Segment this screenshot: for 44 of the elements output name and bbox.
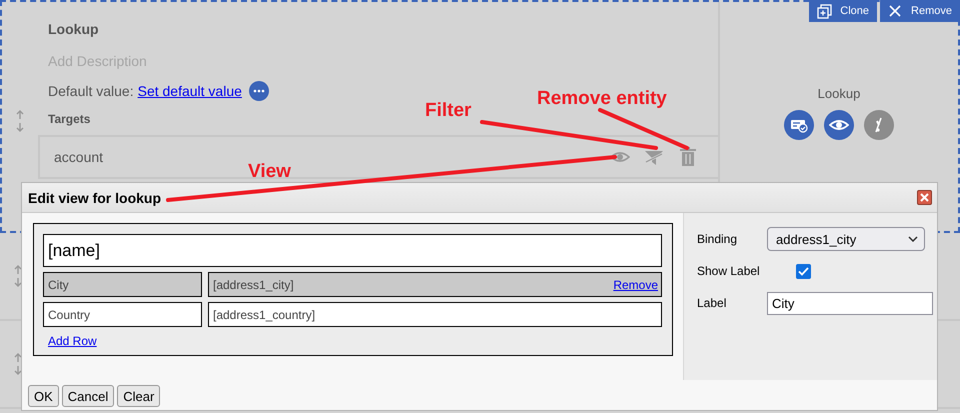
annotation-label: Remove entity bbox=[537, 88, 667, 110]
set-default-link[interactable]: Set default value bbox=[138, 83, 242, 99]
close-icon bbox=[888, 4, 904, 18]
label-field[interactable]: City bbox=[767, 292, 933, 314]
target-name: account bbox=[54, 149, 104, 165]
annotation-label: View bbox=[248, 161, 291, 183]
move-arrows-icon[interactable] bbox=[13, 265, 23, 287]
dialog-button[interactable]: OK bbox=[28, 385, 59, 407]
preview-action-button[interactable] bbox=[784, 110, 814, 140]
ellipsis-icon bbox=[252, 89, 265, 93]
chevron-down-icon bbox=[908, 236, 918, 242]
preview-action-button[interactable] bbox=[864, 110, 894, 140]
remove-link[interactable]: Remove bbox=[613, 278, 658, 292]
close-icon bbox=[920, 193, 929, 202]
row-label-cell[interactable]: City bbox=[43, 272, 202, 297]
add-row-link[interactable]: Add Row bbox=[48, 334, 97, 348]
preview-label: Lookup bbox=[818, 86, 860, 101]
field-title: Lookup bbox=[48, 21, 100, 37]
dialog-button[interactable]: Clear bbox=[117, 385, 160, 407]
property-label: Binding bbox=[697, 232, 738, 246]
dialog-title: Edit view for lookup bbox=[28, 190, 162, 206]
binding-text[interactable]: [address1_country] bbox=[213, 308, 658, 322]
default-value-label: Default value: bbox=[48, 83, 134, 99]
show-label-checkbox[interactable] bbox=[796, 264, 811, 278]
annotation-label: Filter bbox=[425, 100, 472, 122]
binding-text[interactable]: [address1_city] bbox=[213, 278, 614, 292]
row-label-cell[interactable]: Country bbox=[43, 302, 202, 327]
toolbar-button[interactable]: Clone bbox=[809, 0, 878, 22]
move-arrows-icon[interactable] bbox=[13, 353, 23, 375]
header-field[interactable]: [name] bbox=[43, 234, 662, 267]
close-button[interactable] bbox=[917, 190, 932, 205]
dialog-button[interactable]: Cancel bbox=[62, 385, 114, 407]
checkmark-icon bbox=[798, 266, 809, 276]
more-button[interactable] bbox=[248, 81, 269, 101]
clone-icon bbox=[817, 4, 832, 18]
property-label: Label bbox=[697, 296, 728, 310]
binding-dropdown[interactable]: address1_city bbox=[767, 227, 925, 251]
preview-action-button[interactable] bbox=[824, 110, 854, 140]
targets-heading: Targets bbox=[48, 112, 92, 126]
trash-icon[interactable] bbox=[678, 147, 698, 167]
toolbar-button[interactable]: Remove bbox=[880, 0, 960, 22]
dropdown-value: address1_city bbox=[776, 232, 858, 246]
move-arrows-icon[interactable] bbox=[15, 110, 25, 132]
property-label: Show Label bbox=[697, 264, 761, 278]
